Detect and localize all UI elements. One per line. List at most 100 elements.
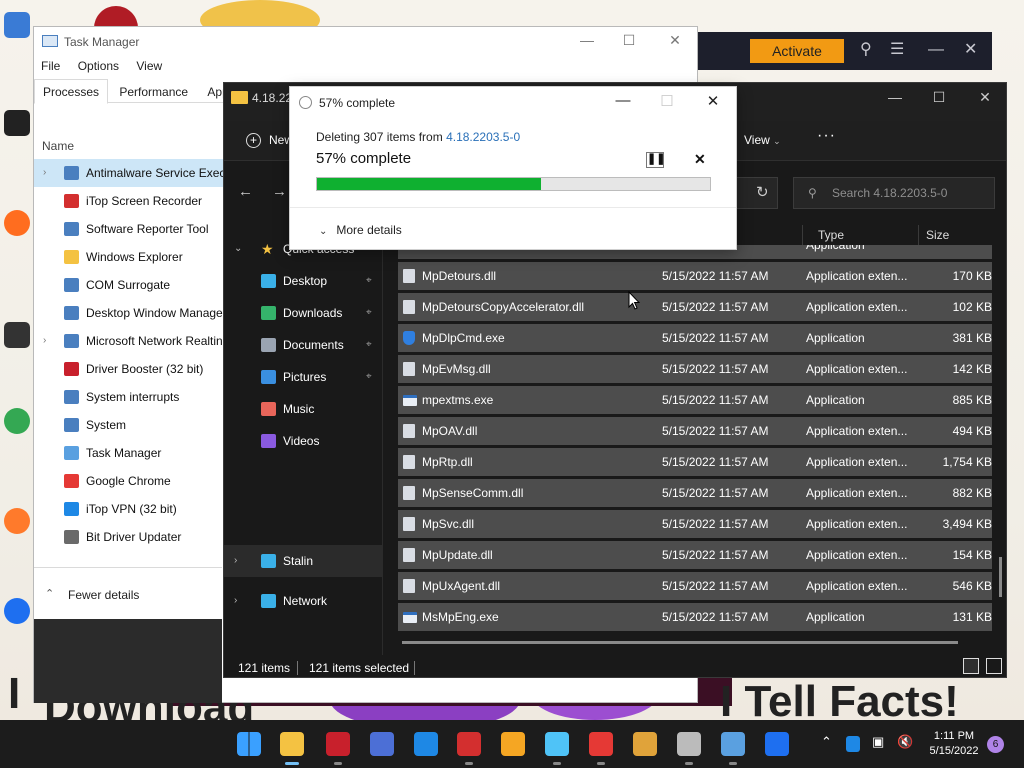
- malwarebytes-icon[interactable]: [765, 732, 789, 756]
- file-row[interactable]: MpSenseComm.dll 5/15/2022 11:57 AM Applica…: [398, 479, 992, 507]
- process-row[interactable]: COM Surrogate: [34, 271, 224, 299]
- minimize-button[interactable]: —: [572, 32, 602, 48]
- process-row[interactable]: Desktop Window Manager: [34, 299, 224, 327]
- process-row[interactable]: Bit Driver Updater: [34, 523, 224, 551]
- camera-icon[interactable]: [545, 732, 569, 765]
- source-folder-link[interactable]: 4.18.2203.5-0: [446, 130, 520, 144]
- app-icon[interactable]: [370, 732, 394, 756]
- nav-item-pictures[interactable]: Pictures ⌖: [224, 361, 382, 393]
- nav-this-pc[interactable]: › Stalin: [224, 545, 382, 577]
- pause-button[interactable]: ❚❚: [646, 152, 665, 168]
- column-header-size[interactable]: Size: [926, 228, 949, 242]
- fewer-details-button[interactable]: Fewer details: [68, 588, 139, 602]
- nav-item-music[interactable]: Music: [224, 393, 382, 425]
- file-row[interactable]: MpUxAgent.dll 5/15/2022 11:57 AM Applicati…: [398, 572, 992, 600]
- pin-icon[interactable]: ⌖: [366, 297, 372, 329]
- file-row[interactable]: MpUpdate.dll 5/15/2022 11:57 AM Applicatio…: [398, 541, 992, 569]
- menu-file[interactable]: File: [41, 59, 60, 73]
- pin-icon[interactable]: ⌖: [366, 265, 372, 297]
- vertical-scrollbar[interactable]: [999, 557, 1002, 597]
- settings-gear-icon[interactable]: [677, 732, 701, 765]
- forward-arrow-icon[interactable]: →: [272, 183, 287, 200]
- process-row[interactable]: Task Manager: [34, 439, 224, 467]
- start-icon[interactable]: [237, 732, 261, 756]
- pin-icon[interactable]: ⌖: [366, 361, 372, 393]
- refresh-icon[interactable]: ↻: [756, 183, 769, 201]
- menu-view[interactable]: View: [136, 59, 162, 73]
- process-row[interactable]: System: [34, 411, 224, 439]
- desktop-icon[interactable]: [2, 598, 32, 626]
- notification-badge[interactable]: 6: [987, 736, 1004, 753]
- close-button[interactable]: ✕: [660, 32, 690, 49]
- tab-processes[interactable]: Processes: [34, 79, 109, 104]
- driver-booster-icon[interactable]: [326, 732, 350, 765]
- chevron-up-icon[interactable]: ⌃: [821, 734, 832, 750]
- file-row[interactable]: MpDetoursCopyAccelerator.dll 5/15/2022 11…: [398, 293, 992, 321]
- brave-icon[interactable]: [501, 732, 525, 756]
- minimize-icon[interactable]: —: [928, 41, 944, 59]
- desktop-icon[interactable]: [2, 12, 32, 40]
- process-row[interactable]: Windows Explorer: [34, 243, 224, 271]
- view-button[interactable]: View ⌄: [744, 133, 781, 147]
- close-icon[interactable]: ✕: [964, 41, 977, 59]
- file-row[interactable]: MpDlpCmd.exe 5/15/2022 11:57 AM Applicatio…: [398, 324, 992, 352]
- file-row[interactable]: mpextms.exe 5/15/2022 11:57 AM Application…: [398, 386, 992, 414]
- process-row[interactable]: System interrupts: [34, 383, 224, 411]
- file-explorer-icon[interactable]: [280, 732, 304, 765]
- pin-icon[interactable]: ⌖: [366, 329, 372, 361]
- process-row[interactable]: iTop Screen Recorder: [34, 187, 224, 215]
- activate-button[interactable]: Activate: [750, 39, 844, 63]
- more-options-button[interactable]: ···: [817, 127, 836, 145]
- vpn-tray-icon[interactable]: [846, 736, 860, 752]
- chevron-right-icon[interactable]: ›: [43, 159, 46, 187]
- close-button[interactable]: ✕: [698, 92, 728, 110]
- file-row[interactable]: MsMpEng.exe 5/15/2022 11:57 AM Application…: [398, 603, 992, 631]
- task-manager-icon[interactable]: [721, 732, 745, 765]
- horizontal-scrollbar[interactable]: [402, 641, 958, 644]
- details-view-button[interactable]: [962, 658, 979, 674]
- new-button[interactable]: + New: [246, 133, 293, 148]
- screen-recorder-icon[interactable]: [457, 732, 481, 765]
- process-row[interactable]: Software Reporter Tool: [34, 215, 224, 243]
- clock[interactable]: 1:11 PM 5/15/2022: [923, 729, 985, 759]
- vpn-shield-icon[interactable]: [414, 732, 438, 756]
- file-row[interactable]: MpEvMsg.dll 5/15/2022 11:57 AM Application…: [398, 355, 992, 383]
- chrome-icon[interactable]: [589, 732, 613, 765]
- back-arrow-icon[interactable]: ←: [238, 183, 253, 200]
- process-row[interactable]: iTop VPN (32 bit): [34, 495, 224, 523]
- more-details-button[interactable]: ⌄ More details: [319, 223, 402, 237]
- maximize-button[interactable]: ☐: [924, 89, 954, 106]
- minimize-button[interactable]: —: [608, 92, 638, 109]
- nav-network[interactable]: › Network: [224, 585, 382, 617]
- nav-item-documents[interactable]: Documents ⌖: [224, 329, 382, 361]
- maximize-button[interactable]: ☐: [614, 32, 644, 49]
- file-row[interactable]: MpDetours.dll 5/15/2022 11:57 AM Applicati…: [398, 262, 992, 290]
- process-row[interactable]: Driver Booster (32 bit): [34, 355, 224, 383]
- process-row[interactable]: › Antimalware Service Execu: [34, 159, 224, 187]
- desktop-icon[interactable]: [2, 508, 32, 536]
- column-header-type[interactable]: Type: [818, 228, 844, 242]
- nav-item-videos[interactable]: Videos: [224, 425, 382, 457]
- search-input[interactable]: ⚲ Search 4.18.2203.5-0: [793, 177, 995, 209]
- search-icon[interactable]: ⚲: [860, 41, 872, 59]
- process-row[interactable]: › Microsoft Network Realtin: [34, 327, 224, 355]
- tab-performance[interactable]: Performance: [111, 80, 196, 103]
- chevron-up-icon[interactable]: ⌃: [45, 587, 54, 600]
- desktop-icon[interactable]: [2, 408, 32, 436]
- nav-item-desktop[interactable]: Desktop ⌖: [224, 265, 382, 297]
- desktop-icon[interactable]: [2, 210, 32, 238]
- volume-muted-icon[interactable]: 🔇: [897, 734, 913, 750]
- file-row[interactable]: MpRtp.dll 5/15/2022 11:57 AM Application e…: [398, 448, 992, 476]
- menu-options[interactable]: Options: [78, 59, 119, 73]
- minimize-button[interactable]: —: [880, 89, 910, 105]
- lock-icon[interactable]: [633, 732, 657, 756]
- process-row[interactable]: Google Chrome: [34, 467, 224, 495]
- file-row[interactable]: MpOAV.dll 5/15/2022 11:57 AM Application e…: [398, 417, 992, 445]
- large-icons-view-button[interactable]: [986, 658, 1002, 674]
- task-manager-titlebar[interactable]: Task Manager — ☐ ✕: [34, 27, 697, 57]
- column-header-name[interactable]: Name: [42, 139, 74, 153]
- cancel-button[interactable]: ✕: [694, 151, 706, 168]
- desktop-icon[interactable]: [2, 110, 32, 138]
- file-row[interactable]: MpSvc.dll 5/15/2022 11:57 AM Application e…: [398, 510, 992, 538]
- desktop-icon[interactable]: [2, 322, 32, 350]
